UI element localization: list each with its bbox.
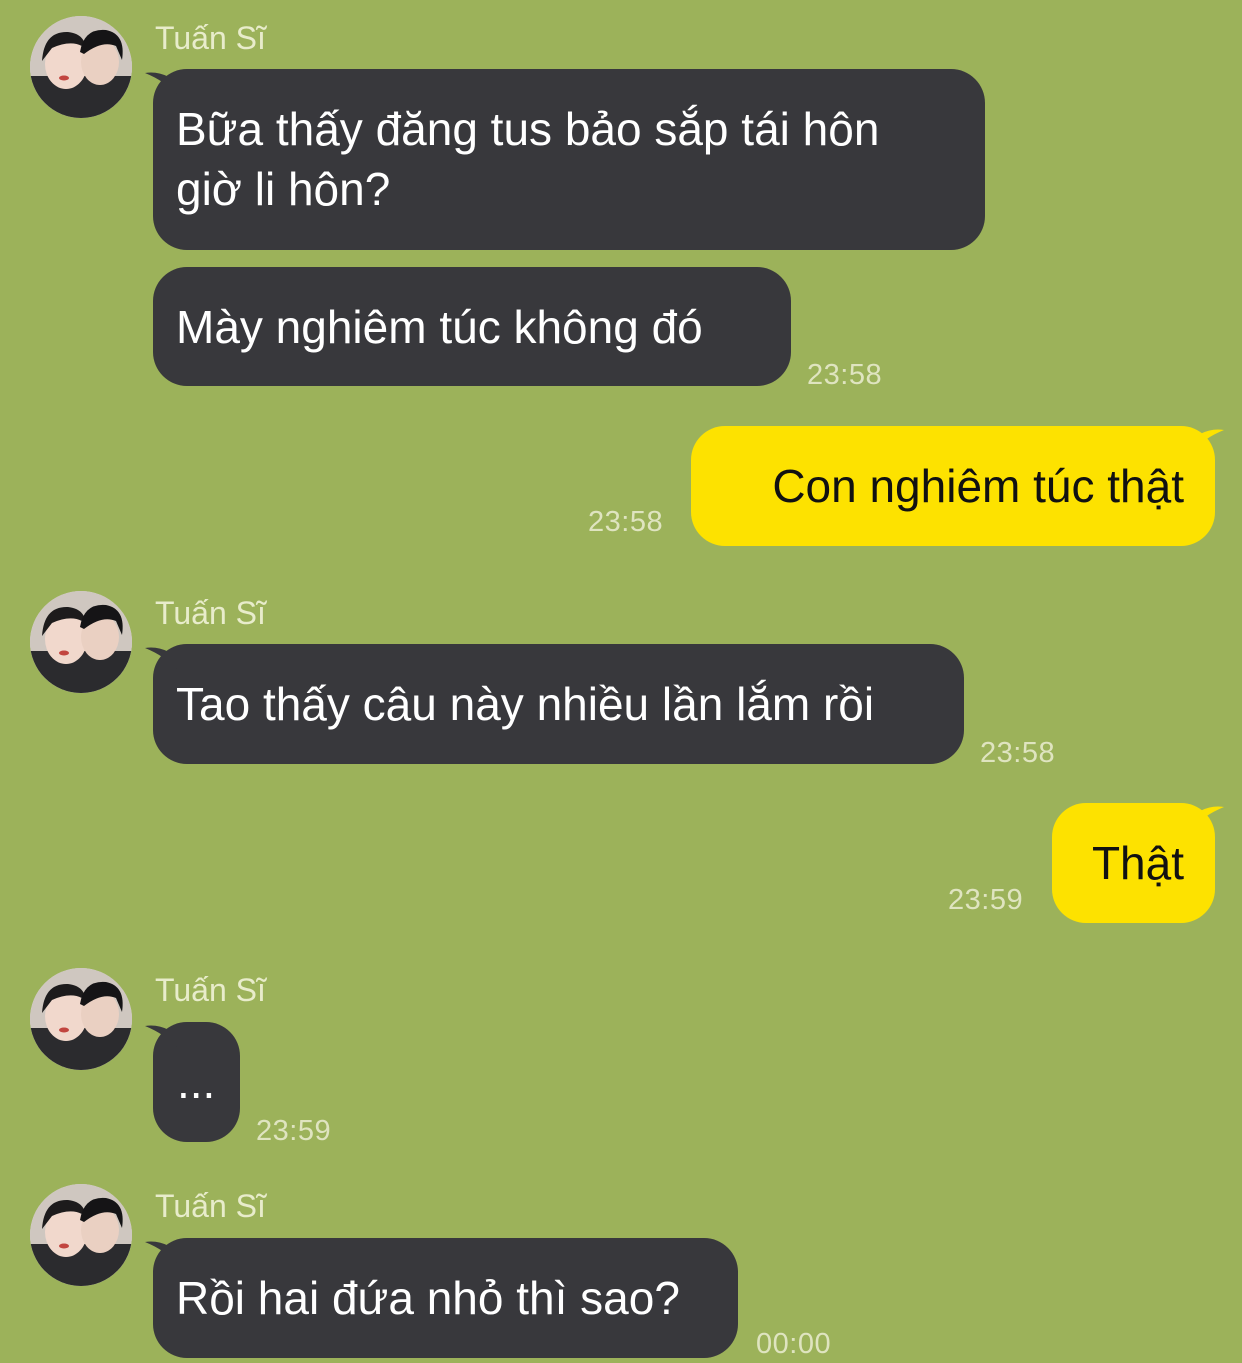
bubble-tail-icon	[1192, 806, 1224, 829]
message-text: Tao thấy câu này nhiều lần lắm rồi	[176, 678, 875, 730]
message-timestamp: 23:58	[807, 359, 883, 391]
message-timestamp: 23:59	[256, 1115, 332, 1147]
sender-name: Tuấn Sĩ	[155, 595, 266, 631]
contact-avatar[interactable]	[30, 16, 132, 118]
incoming-message-bubble[interactable]: Bữa thấy đăng tus bảo sắp tái hôn giờ li…	[153, 69, 985, 250]
message-text-line: Bữa thấy đăng tus bảo sắp tái hôn	[176, 103, 880, 155]
message-text: Thật	[1091, 837, 1184, 889]
bubble-tail-icon	[145, 1241, 177, 1264]
contact-avatar[interactable]	[30, 968, 132, 1070]
bubble-tail-icon	[145, 72, 177, 95]
bubble-tail-icon	[145, 1025, 177, 1048]
contact-avatar[interactable]	[30, 591, 132, 693]
avatar-photo-icon	[30, 1184, 132, 1286]
message-timestamp: 00:00	[756, 1328, 832, 1360]
outgoing-message-bubble[interactable]: Con nghiêm túc thật	[691, 426, 1215, 546]
sender-name: Tuấn Sĩ	[155, 972, 266, 1008]
sender-name: Tuấn Sĩ	[155, 20, 266, 56]
contact-avatar[interactable]	[30, 1184, 132, 1286]
avatar-photo-icon	[30, 16, 132, 118]
message-text: Mày nghiêm túc không đó	[176, 301, 703, 353]
message-text-line: giờ li hôn?	[176, 163, 391, 215]
chat-message-list[interactable]: Tuấn Sĩ Bữa thấy đăng tus bảo sắp tái hô…	[0, 0, 1242, 1363]
avatar-photo-icon	[30, 968, 132, 1070]
bubble-tail-icon	[145, 647, 177, 670]
message-timestamp: 23:58	[980, 737, 1056, 769]
incoming-message-bubble[interactable]: Mày nghiêm túc không đó	[153, 267, 791, 386]
incoming-message-bubble[interactable]: Tao thấy câu này nhiều lần lắm rồi	[153, 644, 964, 764]
incoming-message-bubble[interactable]: Rồi hai đứa nhỏ thì sao?	[153, 1238, 738, 1358]
message-timestamp: 23:58	[588, 506, 664, 538]
message-text: Con nghiêm túc thật	[772, 460, 1184, 512]
message-text: ...	[177, 1056, 216, 1108]
sender-name: Tuấn Sĩ	[155, 1188, 266, 1224]
avatar-photo-icon	[30, 591, 132, 693]
bubble-tail-icon	[1192, 429, 1224, 452]
message-timestamp: 23:59	[948, 884, 1024, 916]
message-text: Rồi hai đứa nhỏ thì sao?	[176, 1272, 680, 1324]
